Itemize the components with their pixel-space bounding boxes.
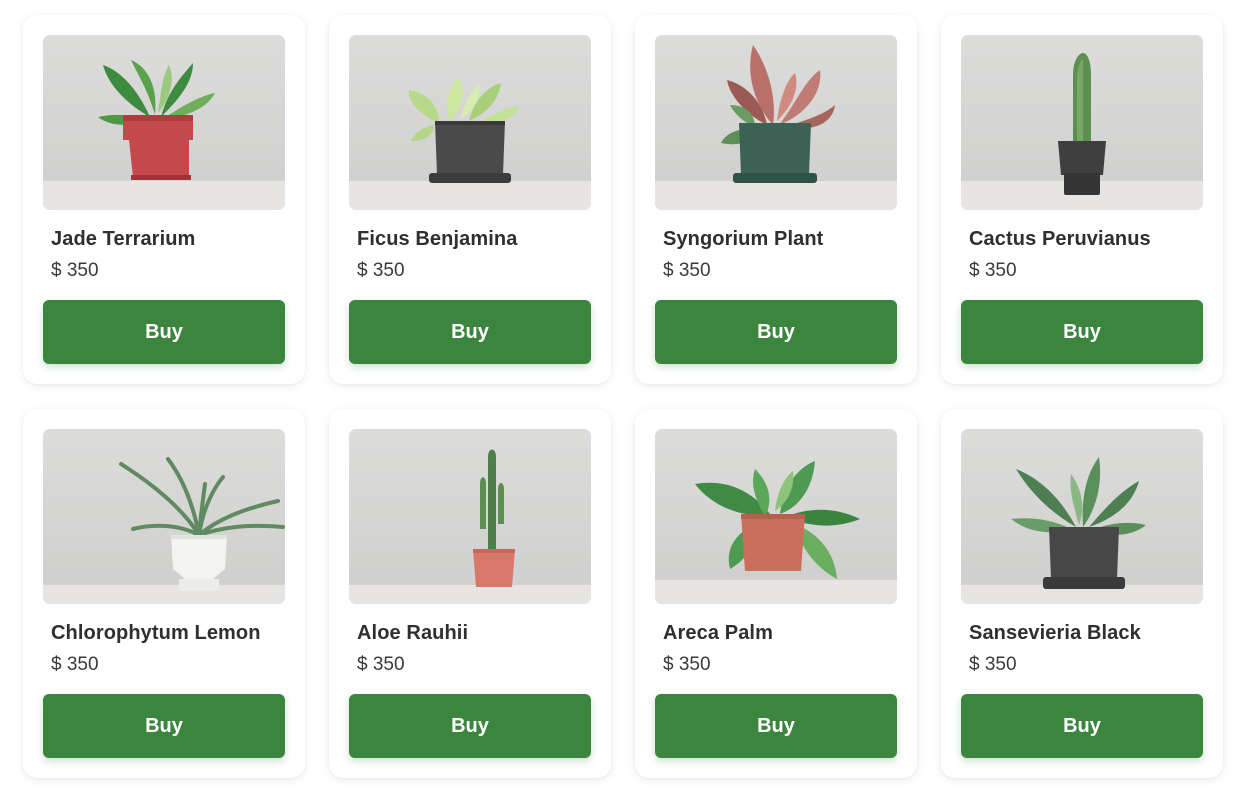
buy-button[interactable]: Buy bbox=[43, 300, 285, 364]
buy-button[interactable]: Buy bbox=[43, 694, 285, 758]
product-image bbox=[961, 429, 1203, 604]
product-name: Cactus Peruvianus bbox=[969, 228, 1151, 250]
product-card: Aloe Rauhii $ 350 Buy bbox=[329, 409, 611, 778]
product-name: Aloe Rauhii bbox=[357, 622, 469, 644]
product-image bbox=[349, 35, 591, 210]
product-card: Ficus Benjamina $ 350 Buy bbox=[329, 15, 611, 384]
plant-in-white-pot-icon bbox=[43, 457, 285, 604]
product-price: $ 350 bbox=[51, 260, 99, 281]
product-card: Areca Palm $ 350 Buy bbox=[635, 409, 917, 778]
buy-button[interactable]: Buy bbox=[655, 694, 897, 758]
plant-in-dark-pot-icon bbox=[961, 457, 1203, 604]
cactus-in-terracotta-pot-icon bbox=[349, 449, 591, 604]
product-name: Sansevieria Black bbox=[969, 622, 1141, 644]
plant-in-green-pot-icon bbox=[655, 45, 897, 210]
buy-button[interactable]: Buy bbox=[655, 300, 897, 364]
product-price: $ 350 bbox=[357, 260, 405, 281]
product-name: Jade Terrarium bbox=[51, 228, 196, 250]
product-card: Chlorophytum Lemon $ 350 Buy bbox=[23, 409, 305, 778]
product-price: $ 350 bbox=[357, 654, 405, 675]
product-image bbox=[961, 35, 1203, 210]
product-card: Jade Terrarium $ 350 Buy bbox=[23, 15, 305, 384]
product-name: Syngorium Plant bbox=[663, 228, 824, 250]
buy-button[interactable]: Buy bbox=[961, 300, 1203, 364]
product-image bbox=[43, 35, 285, 210]
product-card: Syngorium Plant $ 350 Buy bbox=[635, 15, 917, 384]
product-name: Ficus Benjamina bbox=[357, 228, 518, 250]
plant-in-dark-pot-icon bbox=[349, 77, 591, 210]
product-price: $ 350 bbox=[969, 260, 1017, 281]
buy-button[interactable]: Buy bbox=[349, 694, 591, 758]
product-card: Sansevieria Black $ 350 Buy bbox=[941, 409, 1223, 778]
product-image bbox=[655, 429, 897, 604]
product-card: Cactus Peruvianus $ 350 Buy bbox=[941, 15, 1223, 384]
cactus-in-dark-pot-icon bbox=[961, 53, 1203, 210]
product-name: Chlorophytum Lemon bbox=[51, 622, 261, 644]
product-image bbox=[349, 429, 591, 604]
plant-in-red-pot-icon bbox=[43, 60, 285, 210]
product-price: $ 350 bbox=[663, 260, 711, 281]
product-name: Areca Palm bbox=[663, 622, 773, 644]
product-price: $ 350 bbox=[969, 654, 1017, 675]
buy-button[interactable]: Buy bbox=[349, 300, 591, 364]
product-image bbox=[655, 35, 897, 210]
plant-in-terracotta-pot-icon bbox=[655, 461, 897, 604]
product-price: $ 350 bbox=[51, 654, 99, 675]
product-price: $ 350 bbox=[663, 654, 711, 675]
buy-button[interactable]: Buy bbox=[961, 694, 1203, 758]
product-image bbox=[43, 429, 285, 604]
